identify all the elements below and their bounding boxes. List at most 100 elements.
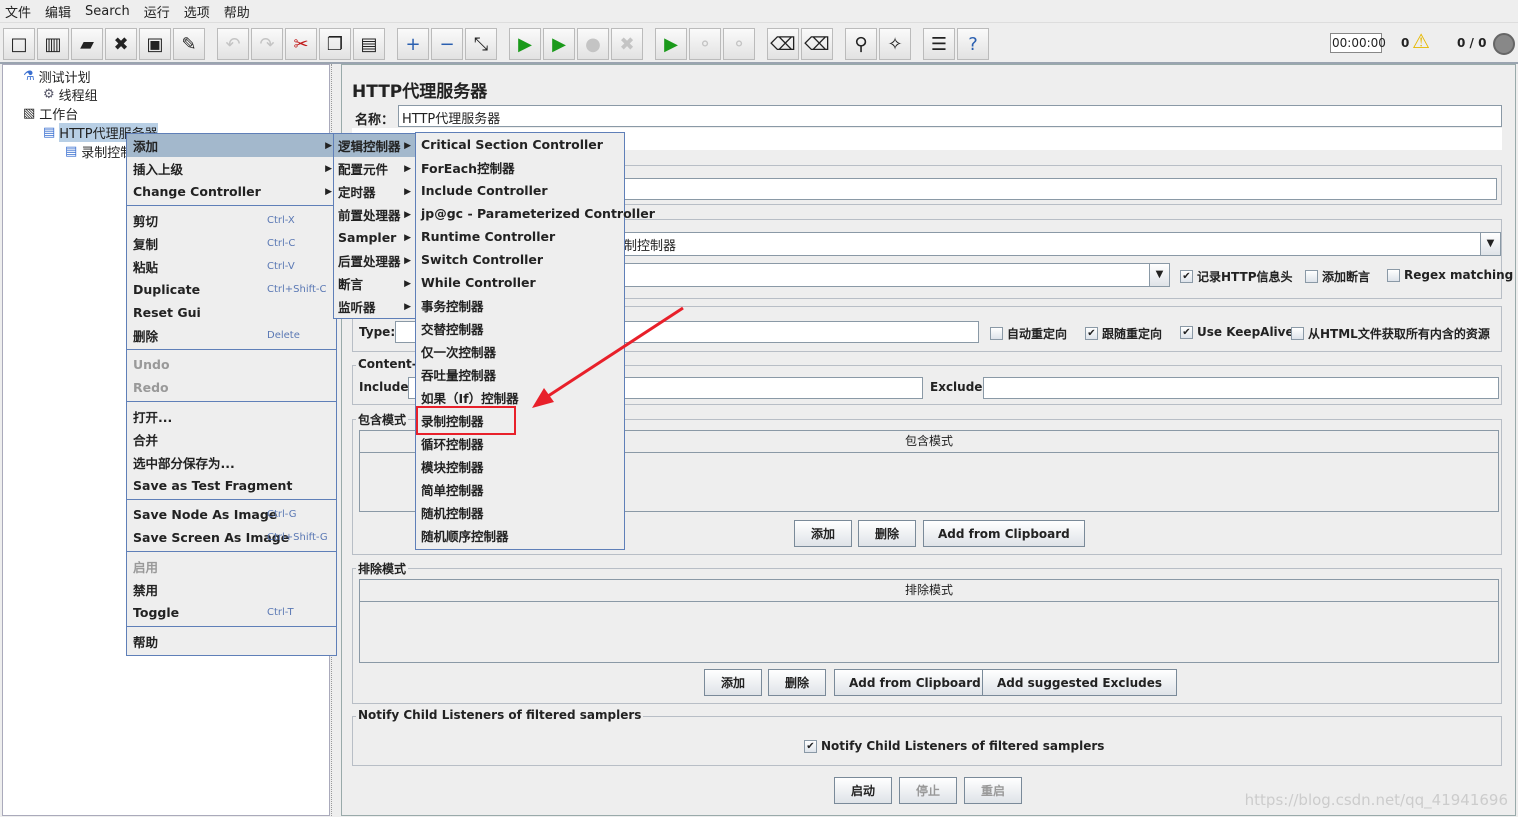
context-menu-item[interactable]: 剪切 Ctrl-X [127, 209, 336, 232]
stop-button[interactable]: 停止 [899, 777, 957, 804]
context-menu-item[interactable]: 禁用 [127, 578, 336, 601]
paste-button[interactable]: ▤ [353, 28, 385, 60]
restart-button[interactable]: 重启 [964, 777, 1022, 804]
search-button[interactable]: ⚲ [845, 28, 877, 60]
name-input[interactable]: HTTP代理服务器 [398, 105, 1502, 127]
add-submenu-item[interactable]: 配置元件 ▶ [334, 157, 415, 180]
notify-child-listeners-checkbox[interactable]: ✔ Notify Child Listeners of filtered samp… [804, 739, 1104, 753]
remote-shutdown-button[interactable]: ⚬ [723, 28, 755, 60]
checkbox-box[interactable]: ✔ [1085, 327, 1098, 340]
save-button[interactable]: ▣ [139, 28, 171, 60]
logic-controller-item[interactable]: Include Controller [416, 179, 624, 202]
shutdown-button[interactable]: ✖ [611, 28, 643, 60]
tree-node-workbench[interactable]: ▧ 工作台 [23, 104, 78, 123]
redo-button[interactable]: ↷ [251, 28, 283, 60]
logic-controller-item[interactable]: Critical Section Controller [416, 133, 624, 156]
templates-button[interactable]: ▥ [37, 28, 69, 60]
keepalive-checkbox[interactable]: ✔ Use KeepAlive [1180, 325, 1294, 339]
logic-controller-item[interactable]: Switch Controller [416, 248, 624, 271]
checkbox-box[interactable] [1387, 268, 1400, 282]
record-headers-checkbox[interactable]: ✔ 记录HTTP信息头 [1180, 268, 1293, 285]
menu-4[interactable]: 选项 [184, 2, 210, 21]
stop-button[interactable]: ● [577, 28, 609, 60]
context-menu-item[interactable]: 选中部分保存为... [127, 451, 336, 474]
checkbox-box[interactable] [1291, 327, 1304, 340]
logic-controller-item[interactable]: Runtime Controller [416, 225, 624, 248]
menu-3[interactable]: 运行 [144, 2, 170, 21]
exclude-add-from-clipboard-button[interactable]: Add from Clipboard [834, 669, 996, 696]
content-type-exclude-input[interactable] [983, 377, 1499, 399]
save-as-button[interactable]: ✎ [173, 28, 205, 60]
start-no-pause-button[interactable]: ▶ [543, 28, 575, 60]
warning-icon[interactable]: ⚠ [1412, 29, 1430, 53]
new-button[interactable]: □ [3, 28, 35, 60]
checkbox-box[interactable] [1305, 270, 1318, 283]
context-menu-item[interactable]: 删除 Delete [127, 324, 336, 347]
checkbox-box[interactable] [990, 327, 1003, 340]
close-button[interactable]: ✖ [105, 28, 137, 60]
context-menu-item[interactable]: Save Node As Image Ctrl-G [127, 503, 336, 526]
context-menu-item[interactable]: Undo [127, 353, 336, 376]
chevron-down-icon[interactable]: ▼ [1149, 264, 1169, 286]
logic-controller-item[interactable]: 模块控制器 [416, 455, 624, 478]
logic-controller-item[interactable]: 循环控制器 [416, 432, 624, 455]
embedded-resources-checkbox[interactable]: 从HTML文件获取所有内含的资源 [1291, 325, 1490, 342]
logic-controller-item[interactable]: While Controller [416, 271, 624, 294]
include-delete-button[interactable]: 删除 [858, 520, 916, 547]
auto-redirect-checkbox[interactable]: 自动重定向 [990, 325, 1067, 342]
add-submenu-item[interactable]: 前置处理器 ▶ [334, 203, 415, 226]
collapse-button[interactable]: − [431, 28, 463, 60]
exclude-add-button[interactable]: 添加 [704, 669, 762, 696]
menu-5[interactable]: 帮助 [224, 2, 250, 21]
remote-start-button[interactable]: ▶ [655, 28, 687, 60]
logic-controller-item[interactable]: 随机控制器 [416, 501, 624, 524]
context-menu-item[interactable]: 插入上级 ▶ [127, 157, 336, 180]
context-menu-item[interactable]: Duplicate Ctrl+Shift-C [127, 278, 336, 301]
expand-button[interactable]: + [397, 28, 429, 60]
clear-button[interactable]: ⌫ [767, 28, 799, 60]
add-submenu-item[interactable]: 逻辑控制器 ▶ [334, 134, 415, 157]
tree-node-thread-group[interactable]: ⚙ 线程组 [43, 85, 98, 104]
clear-all-button[interactable]: ⌫ [801, 28, 833, 60]
chevron-down-icon[interactable]: ▼ [1480, 233, 1500, 255]
context-menu-item[interactable]: 合并 [127, 428, 336, 451]
cut-button[interactable]: ✂ [285, 28, 317, 60]
checkbox-box[interactable]: ✔ [804, 739, 817, 753]
checkbox-box[interactable]: ✔ [1180, 325, 1193, 339]
add-submenu-item[interactable]: Sampler ▶ [334, 226, 415, 249]
context-menu-item[interactable]: 粘贴 Ctrl-V [127, 255, 336, 278]
context-menu-item[interactable]: 复制 Ctrl-C [127, 232, 336, 255]
add-submenu-item[interactable]: 定时器 ▶ [334, 180, 415, 203]
include-add-button[interactable]: 添加 [794, 520, 852, 547]
logic-controller-item[interactable]: 简单控制器 [416, 478, 624, 501]
context-menu-item[interactable]: Reset Gui [127, 301, 336, 324]
undo-button[interactable]: ↶ [217, 28, 249, 60]
toggle-button[interactable]: ⤡ [465, 28, 497, 60]
context-menu-item[interactable]: 打开... [127, 405, 336, 428]
menu-1[interactable]: 编辑 [45, 2, 71, 21]
context-menu-item[interactable]: Save Screen As Image Ctrl+Shift-G [127, 526, 336, 549]
context-menu-item[interactable]: 添加 ▶ [127, 134, 336, 157]
context-menu-item[interactable]: Change Controller ▶ [127, 180, 336, 203]
exclude-delete-button[interactable]: 删除 [768, 669, 826, 696]
copy-button[interactable]: ❐ [319, 28, 351, 60]
add-suggested-excludes-button[interactable]: Add suggested Excludes [982, 669, 1178, 696]
open-button[interactable]: ▰ [71, 28, 103, 60]
checkbox-box[interactable]: ✔ [1180, 270, 1193, 283]
context-menu-item[interactable]: 帮助 [127, 630, 336, 653]
logic-controller-item[interactable]: 随机顺序控制器 [416, 524, 624, 547]
help-button[interactable]: ? [957, 28, 989, 60]
context-menu-item[interactable]: Toggle Ctrl-T [127, 601, 336, 624]
add-submenu-item[interactable]: 后置处理器 ▶ [334, 249, 415, 272]
menu-0[interactable]: 文件 [5, 2, 31, 21]
tree-node-test-plan[interactable]: ⚗ 测试计划 [23, 67, 91, 86]
exclude-patterns-table[interactable]: 排除模式 [359, 579, 1499, 663]
context-menu-item[interactable]: Save as Test Fragment [127, 474, 336, 497]
context-menu-item[interactable]: 启用 [127, 555, 336, 578]
add-submenu-item[interactable]: 监听器 ▶ [334, 295, 415, 318]
add-assertions-checkbox[interactable]: 添加断言 [1305, 268, 1370, 285]
include-add-from-clipboard-button[interactable]: Add from Clipboard [923, 520, 1085, 547]
start-button[interactable]: 启动 [834, 777, 892, 804]
add-submenu-item[interactable]: 断言 ▶ [334, 272, 415, 295]
reset-search-button[interactable]: ✧ [879, 28, 911, 60]
